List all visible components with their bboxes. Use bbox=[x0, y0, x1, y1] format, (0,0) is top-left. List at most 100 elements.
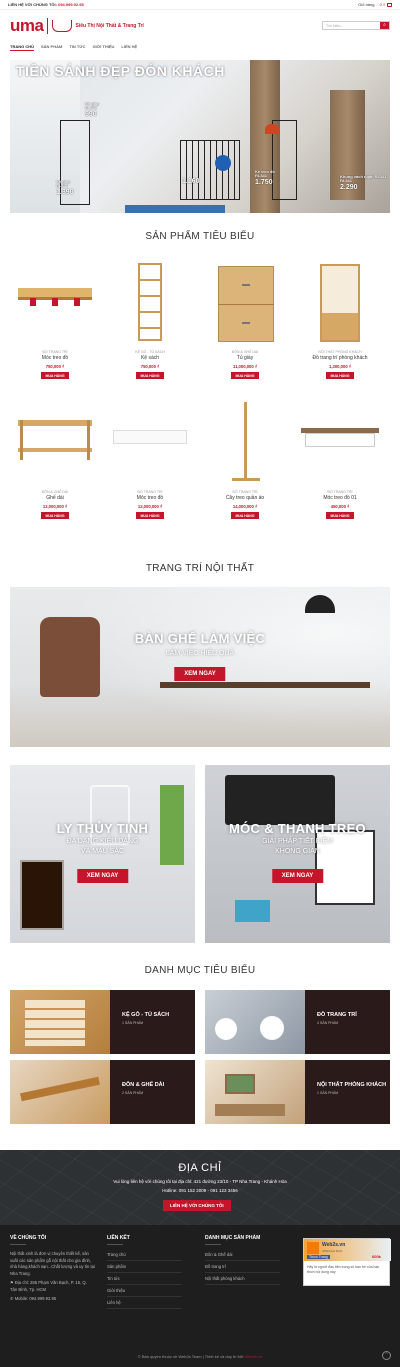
contact-label: LIÊN HỆ VỚI CHÚNG TÔI: bbox=[8, 2, 57, 7]
hero-slider[interactable]: TIỀN SẢNH ĐẸP ĐÓN KHÁCH Kệ giày RL341 990 … bbox=[10, 60, 390, 213]
nav-news[interactable]: TIN TỨC bbox=[69, 44, 85, 51]
nav-home[interactable]: TRANG CHỦ bbox=[10, 44, 34, 51]
buy-button[interactable]: MUA HÀNG bbox=[41, 512, 69, 519]
banner-desk[interactable]: BÀN GHẾ LÀM VIỆC LÀM VIỆC HIỆU QUẢ XEM N… bbox=[10, 587, 390, 747]
footer-category-link[interactable]: Đôn & Ghế dài bbox=[205, 1249, 280, 1261]
product-name[interactable]: Tủ giày bbox=[200, 355, 290, 361]
category-count: 4 SẢN PHẨM bbox=[317, 1020, 339, 1025]
product-category[interactable]: ĐỒ TRANG TRÍ bbox=[295, 490, 385, 494]
category-name[interactable]: ĐỒ TRANG TRÍ bbox=[317, 1012, 390, 1019]
product-image[interactable] bbox=[105, 398, 195, 488]
product-card[interactable]: ĐÔN & GHẾ DÀI Tủ giày 11,000,000 ₫ MUA H… bbox=[200, 258, 290, 388]
product-card[interactable]: ĐỒ TRANG TRÍ Cây treo quần áo 14,000,000… bbox=[200, 398, 290, 528]
footer-link[interactable]: Trang chủ bbox=[107, 1249, 182, 1261]
category-image[interactable] bbox=[10, 990, 110, 1054]
view-now-button[interactable]: XEM NGAY bbox=[271, 869, 324, 883]
product-image[interactable] bbox=[200, 258, 290, 348]
product-category[interactable]: ĐÔN & GHẾ DÀI bbox=[200, 350, 290, 354]
product-card[interactable]: ĐỒ TRANG TRÍ Móc treo đồ 750,000 ₫ MUA H… bbox=[10, 258, 100, 388]
address-hotline: Hotline: 091 152 2009 - 091 123 3456 bbox=[162, 1188, 238, 1193]
category-card[interactable]: ĐÔN & GHẾ DÀI 2 SẢN PHẨM bbox=[10, 1060, 195, 1124]
product-card[interactable]: ĐỒ TRANG TRÍ Móc treo đồ 12,000,000 ₫ MU… bbox=[105, 398, 195, 528]
product-name[interactable]: Cây treo quần áo bbox=[200, 495, 290, 501]
product-name[interactable]: Móc treo đồ bbox=[105, 495, 195, 501]
buy-button[interactable]: MUA HÀNG bbox=[231, 512, 259, 519]
buy-button[interactable]: MUA HÀNG bbox=[41, 372, 69, 379]
buy-button[interactable]: MUA HÀNG bbox=[231, 372, 259, 379]
product-category[interactable]: ĐỒ TRANG TRÍ bbox=[10, 350, 100, 354]
banner-hooks[interactable]: MÓC & THANH TREO GIẢI PHÁP TIẾT KIỆM KHÔ… bbox=[205, 765, 390, 943]
cart-label[interactable]: Giỏ hàng bbox=[358, 2, 374, 7]
product-card[interactable]: ĐÔN & GHẾ DÀI Ghế dài 12,000,000 ₫ MUA H… bbox=[10, 398, 100, 528]
product-name[interactable]: Kệ sách bbox=[105, 355, 195, 361]
hero-rack-2 bbox=[180, 140, 240, 200]
credit-link[interactable]: Web2s.vn bbox=[244, 1354, 262, 1359]
banner-glasses[interactable]: LY THỦY TINH ĐA DẠNG KIỂU DÁNG VÀ MÀU SẮ… bbox=[10, 765, 195, 943]
product-category[interactable]: NỘI THẤT PHÒNG KHÁCH bbox=[295, 350, 385, 354]
product-category[interactable]: ĐÔN & GHẾ DÀI bbox=[10, 490, 100, 494]
search-box[interactable]: Tìm kiếm... ⌕ bbox=[322, 21, 390, 30]
cart-separator: / bbox=[376, 2, 378, 7]
category-image[interactable] bbox=[10, 1060, 110, 1124]
view-now-button[interactable]: XEM NGAY bbox=[174, 667, 226, 681]
buy-button[interactable]: MUA HÀNG bbox=[136, 512, 164, 519]
product-image[interactable] bbox=[10, 398, 100, 488]
contact-us-button[interactable]: LIÊN HỆ VỚI CHÚNG TÔI bbox=[163, 1200, 231, 1211]
product-image[interactable] bbox=[10, 258, 100, 348]
address-title: ĐỊA CHỈ bbox=[178, 1162, 222, 1174]
category-name[interactable]: NỘI THẤT PHÒNG KHÁCH bbox=[317, 1082, 390, 1089]
featured-title: SẢN PHẨM TIÊU BIỂU bbox=[145, 231, 255, 242]
product-image[interactable] bbox=[295, 258, 385, 348]
like-page-button[interactable]: Thích Trang bbox=[307, 1255, 330, 1259]
cart-icon[interactable] bbox=[387, 2, 392, 7]
product-card[interactable]: KỆ GỖ - TỦ SÁCH Kệ sách 750,000 ₫ MUA HÀ… bbox=[105, 258, 195, 388]
view-now-button[interactable]: XEM NGAY bbox=[76, 869, 129, 883]
product-category[interactable]: ĐỒ TRANG TRÍ bbox=[105, 490, 195, 494]
footer-link[interactable]: Liên hệ bbox=[107, 1297, 182, 1309]
product-image[interactable] bbox=[295, 398, 385, 488]
footer-link[interactable]: Sản phẩm bbox=[107, 1261, 182, 1273]
category-name[interactable]: ĐÔN & GHẾ DÀI bbox=[122, 1082, 195, 1089]
nav-contact[interactable]: LIÊN HỆ bbox=[121, 44, 137, 51]
glass bbox=[90, 785, 130, 845]
product-image[interactable] bbox=[105, 258, 195, 348]
buy-button[interactable]: MUA HÀNG bbox=[136, 372, 164, 379]
search-input[interactable]: Tìm kiếm... bbox=[323, 24, 380, 28]
copyright: © Bản quyền thuộc về Web2s Team | Thiết … bbox=[137, 1354, 263, 1359]
widget-site[interactable]: Web2s.vn bbox=[322, 1242, 345, 1248]
category-card[interactable]: NỘI THẤT PHÒNG KHÁCH 1 SẢN PHẨM bbox=[205, 1060, 390, 1124]
product-name[interactable]: Ghế dài bbox=[10, 495, 100, 501]
footer-category-link[interactable]: Nội thất phòng khách bbox=[205, 1273, 280, 1285]
category-card[interactable]: ĐỒ TRANG TRÍ 4 SẢN PHẨM bbox=[205, 990, 390, 1054]
product-card[interactable]: ĐỒ TRANG TRÍ Móc treo đồ 01 450,000 ₫ MU… bbox=[295, 398, 385, 528]
product-name[interactable]: Đồ trang trí phòng khách bbox=[295, 355, 385, 361]
product-price: 11,000,000 ₫ bbox=[232, 364, 258, 369]
hero-title: TIỀN SẢNH ĐẸP ĐÓN KHÁCH bbox=[16, 63, 225, 79]
product-name[interactable]: Móc treo đồ bbox=[10, 355, 100, 361]
nav-about[interactable]: GIỚI THIỆU bbox=[93, 44, 115, 51]
category-image[interactable] bbox=[205, 990, 305, 1054]
product-category[interactable]: ĐỒ TRANG TRÍ bbox=[200, 490, 290, 494]
product-card[interactable]: NỘI THẤT PHÒNG KHÁCH Đồ trang trí phòng … bbox=[295, 258, 385, 388]
facebook-widget[interactable]: Web2s.vn 4790 lượt thích Thích Trang 600… bbox=[303, 1238, 391, 1286]
product-image[interactable] bbox=[200, 398, 290, 488]
footer-link[interactable]: Tin tức bbox=[107, 1273, 182, 1285]
widget-note: Hãy là người đầu tiên trong số bạn bè củ… bbox=[307, 1265, 380, 1274]
footer-link[interactable]: Giới thiệu bbox=[107, 1285, 182, 1297]
search-icon[interactable]: ⌕ bbox=[380, 22, 389, 29]
product-name[interactable]: Móc treo đồ 01 bbox=[295, 495, 385, 501]
cart-link[interactable]: Giỏ hàng / 0 ₫ bbox=[358, 2, 392, 7]
back-to-top-icon[interactable]: ⌃ bbox=[382, 1351, 391, 1360]
product-category[interactable]: KỆ GỖ - TỦ SÁCH bbox=[105, 350, 195, 354]
buy-button[interactable]: MUA HÀNG bbox=[326, 512, 354, 519]
category-card[interactable]: KỆ GỖ - TỦ SÁCH 1 SẢN PHẨM bbox=[10, 990, 195, 1054]
nav-products[interactable]: SẢN PHẨM bbox=[41, 44, 62, 51]
banner-subtitle: GIẢI PHÁP TIẾT KIỆM bbox=[262, 838, 333, 845]
logo[interactable]: uma bbox=[10, 16, 44, 36]
category-name[interactable]: KỆ GỖ - TỦ SÁCH bbox=[122, 1012, 195, 1019]
footer-category-link[interactable]: Đồ trang trí bbox=[205, 1261, 280, 1273]
category-count: 2 SẢN PHẨM bbox=[122, 1090, 144, 1095]
category-image[interactable] bbox=[205, 1060, 305, 1124]
contact-phone[interactable]: 094.999.92.95 bbox=[58, 2, 84, 7]
buy-button[interactable]: MUA HÀNG bbox=[326, 372, 354, 379]
